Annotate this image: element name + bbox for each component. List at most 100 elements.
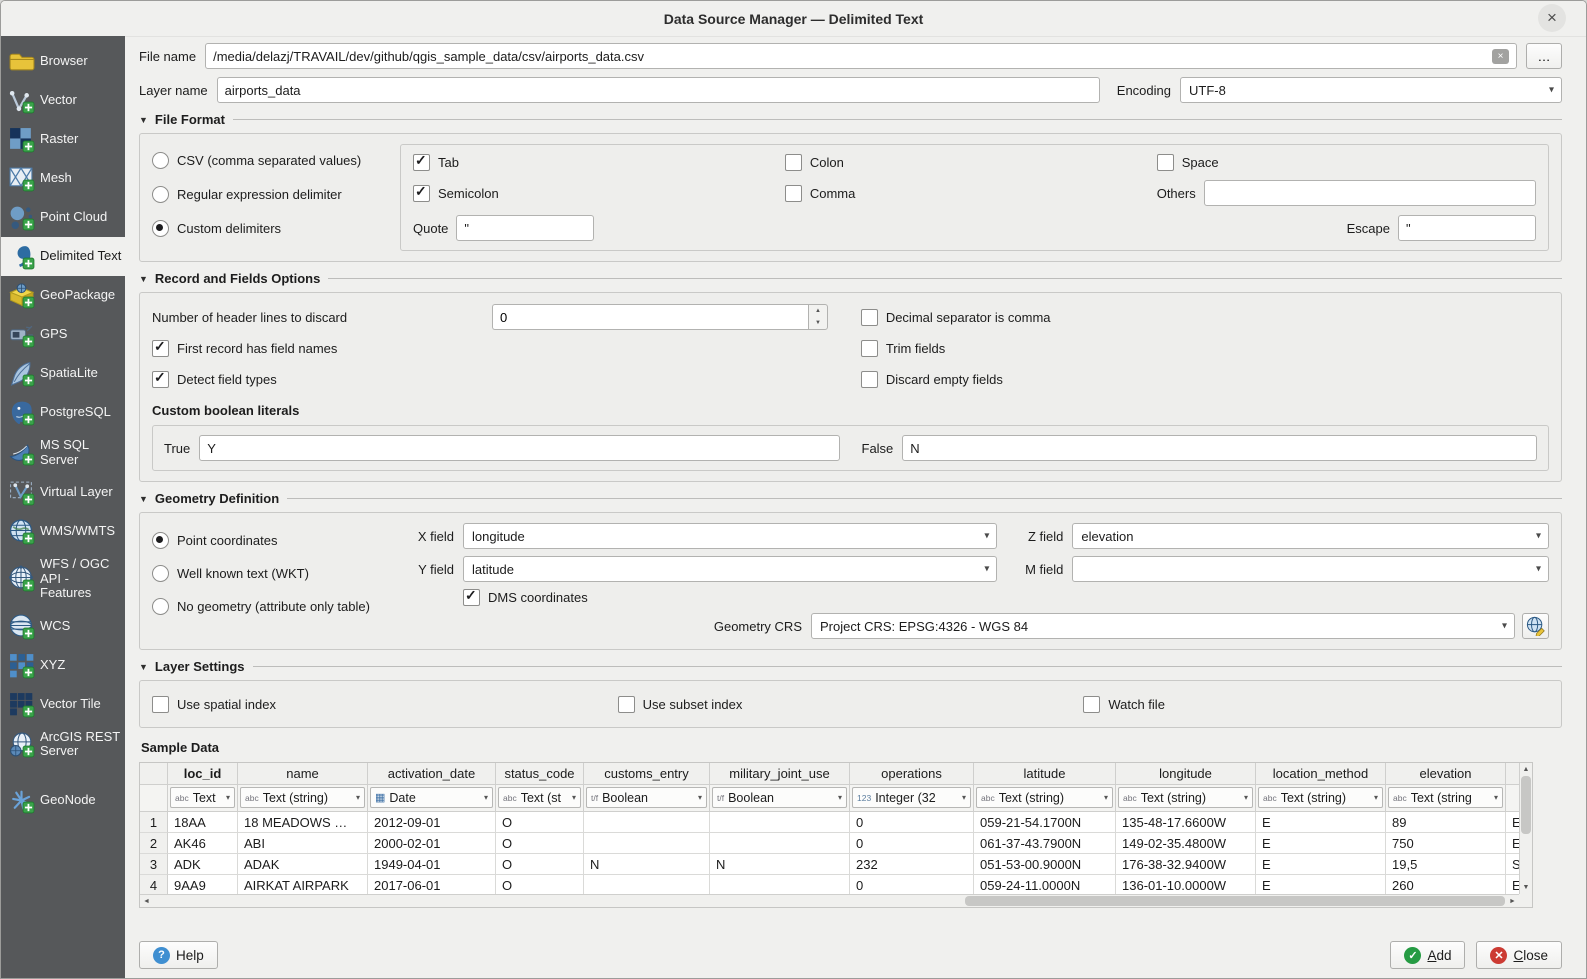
encoding-combobox[interactable]: UTF-8 ▾ — [1180, 77, 1562, 103]
use-subset-index-checkbox[interactable]: Use subset index — [618, 696, 1084, 713]
column-type-combobox-activation_date[interactable]: ▦Date▾ — [370, 787, 493, 808]
scroll-left-icon[interactable]: ◄ — [140, 895, 153, 907]
collapse-arrow-icon[interactable]: ▼ — [139, 115, 148, 125]
x-field-combobox[interactable]: longitude▾ — [463, 523, 997, 549]
encoding-label: Encoding — [1117, 83, 1171, 98]
trim-fields-checkbox[interactable]: Trim fields — [861, 340, 1549, 357]
browse-file-button[interactable]: … — [1526, 43, 1562, 69]
sidebar-item-wcs[interactable]: WCS — [1, 607, 125, 646]
titlebar[interactable]: Data Source Manager — Delimited Text × — [1, 1, 1586, 37]
horizontal-scroll-thumb[interactable] — [965, 896, 1505, 906]
scroll-down-icon[interactable]: ▼ — [1520, 881, 1532, 894]
column-header-customs_entry[interactable]: customs_entry — [584, 763, 710, 785]
spin-down-icon[interactable]: ▼ — [809, 317, 827, 329]
y-field-combobox[interactable]: latitude▾ — [463, 556, 997, 582]
sidebar-item-vector[interactable]: Vector — [1, 81, 125, 120]
column-type-combobox-customs_entry[interactable]: t/fBoolean▾ — [586, 787, 707, 808]
column-header-loc_id[interactable]: loc_id — [168, 763, 238, 785]
z-field-combobox[interactable]: elevation▾ — [1072, 523, 1549, 549]
sidebar-item-browser[interactable]: Browser — [1, 42, 125, 81]
sidebar-item-postgresql[interactable]: PostgreSQL — [1, 393, 125, 432]
quote-input[interactable] — [456, 215, 594, 241]
colon-checkbox[interactable]: Colon — [785, 154, 1157, 171]
tab-checkbox[interactable]: Tab — [413, 154, 785, 171]
column-type-combobox-longitude[interactable]: abcText (string)▾ — [1118, 787, 1253, 808]
scroll-up-icon[interactable]: ▲ — [1520, 763, 1532, 776]
sidebar-item-gps[interactable]: GPS — [1, 315, 125, 354]
header-lines-spinner[interactable]: ▲▼ — [492, 304, 828, 330]
column-type-combobox-elevation[interactable]: abcText (string▾ — [1388, 787, 1503, 808]
horizontal-scrollbar[interactable]: ◄ ► — [140, 894, 1519, 907]
sidebar-item-arcgis-rest-server[interactable]: ArcGIS REST Server — [1, 724, 125, 765]
column-type-combobox-military_joint_use[interactable]: t/fBoolean▾ — [712, 787, 847, 808]
watch-file-checkbox[interactable]: Watch file — [1083, 696, 1549, 713]
spin-up-icon[interactable]: ▲ — [809, 305, 827, 317]
semicolon-checkbox[interactable]: Semicolon — [413, 185, 785, 202]
geometry-crs-combobox[interactable]: Project CRS: EPSG:4326 - WGS 84▾ — [811, 613, 1515, 639]
cell — [584, 875, 710, 894]
column-type-combobox-status_code[interactable]: abcText (st▾ — [498, 787, 581, 808]
sidebar-item-raster[interactable]: Raster — [1, 120, 125, 159]
sidebar-item-ms-sql-server[interactable]: MS SQL Server — [1, 432, 125, 473]
sidebar-item-wms-wmts[interactable]: WMS/WMTS — [1, 512, 125, 551]
layer-name-input[interactable] — [217, 77, 1100, 103]
sidebar-item-vector-tile[interactable]: Vector Tile — [1, 685, 125, 724]
column-type-combobox-operations[interactable]: 123Integer (32▾ — [852, 787, 971, 808]
close-button[interactable]: ✕ Close — [1476, 941, 1562, 969]
column-header-latitude[interactable]: latitude — [974, 763, 1116, 785]
radio-custom-delimiters[interactable]: Custom delimiters — [152, 220, 400, 237]
collapse-arrow-icon[interactable]: ▼ — [139, 494, 148, 504]
scroll-right-icon[interactable]: ► — [1506, 895, 1519, 907]
first-record-field-names-checkbox[interactable]: First record has field names — [152, 340, 861, 357]
false-literal-input[interactable] — [902, 435, 1537, 461]
detect-field-types-checkbox[interactable]: Detect field types — [152, 371, 861, 388]
select-crs-button[interactable] — [1522, 613, 1549, 639]
column-header-name[interactable]: name — [238, 763, 368, 785]
radio-csv[interactable]: CSV (comma separated values) — [152, 152, 400, 169]
sidebar-item-point-cloud[interactable]: Point Cloud — [1, 198, 125, 237]
dms-coordinates-checkbox[interactable]: DMS coordinates — [463, 589, 588, 606]
clear-text-icon[interactable]: × — [1492, 49, 1509, 64]
decimal-separator-comma-checkbox[interactable]: Decimal separator is comma — [861, 309, 1549, 326]
column-type-combobox-location_method[interactable]: abcText (string)▾ — [1258, 787, 1383, 808]
file-name-input[interactable]: /media/delazj/TRAVAIL/dev/github/qgis_sa… — [205, 43, 1517, 69]
sidebar-item-mesh[interactable]: Mesh — [1, 159, 125, 198]
sidebar-item-geonode[interactable]: GeoNode — [1, 781, 125, 820]
vertical-scroll-thumb[interactable] — [1521, 776, 1531, 834]
column-header-activation_date[interactable]: activation_date — [368, 763, 496, 785]
column-type-combobox-latitude[interactable]: abcText (string)▾ — [976, 787, 1113, 808]
mesh-icon — [8, 165, 35, 192]
space-checkbox[interactable]: Space — [1157, 154, 1536, 171]
discard-empty-fields-checkbox[interactable]: Discard empty fields — [861, 371, 1549, 388]
column-header-longitude[interactable]: longitude — [1116, 763, 1256, 785]
help-button[interactable]: ? Help — [139, 941, 218, 969]
radio-regexp-delimiter[interactable]: Regular expression delimiter — [152, 186, 400, 203]
column-header-operations[interactable]: operations — [850, 763, 974, 785]
escape-input[interactable] — [1398, 215, 1536, 241]
others-input[interactable] — [1204, 180, 1536, 206]
sidebar-item-geopackage[interactable]: GeoPackage — [1, 276, 125, 315]
collapse-arrow-icon[interactable]: ▼ — [139, 662, 148, 672]
column-header-status_code[interactable]: status_code — [496, 763, 584, 785]
column-header-location_method[interactable]: location_method — [1256, 763, 1386, 785]
sidebar-item-wfs-ogc-api-features[interactable]: WFS / OGC API - Features — [1, 551, 125, 607]
vertical-scrollbar[interactable]: ▲ ▼ — [1519, 763, 1532, 894]
radio-no-geometry[interactable]: No geometry (attribute only table) — [152, 598, 402, 615]
m-field-combobox[interactable]: ▾ — [1072, 556, 1549, 582]
add-button[interactable]: ✓ Add — [1390, 941, 1465, 969]
sidebar-item-virtual-layer[interactable]: Virtual Layer — [1, 473, 125, 512]
column-type-combobox-loc_id[interactable]: abcText▾ — [170, 787, 235, 808]
sidebar-item-xyz[interactable]: XYZ — [1, 646, 125, 685]
radio-point-coordinates[interactable]: Point coordinates — [152, 532, 402, 549]
sidebar-item-delimited-text[interactable]: Delimited Text — [1, 237, 125, 276]
column-type-combobox-name[interactable]: abcText (string)▾ — [240, 787, 365, 808]
true-literal-input[interactable] — [199, 435, 839, 461]
column-header-military_joint_use[interactable]: military_joint_use — [710, 763, 850, 785]
window-close-icon[interactable]: × — [1538, 4, 1566, 32]
radio-wkt[interactable]: Well known text (WKT) — [152, 565, 402, 582]
column-header-elevation[interactable]: elevation — [1386, 763, 1506, 785]
use-spatial-index-checkbox[interactable]: Use spatial index — [152, 696, 618, 713]
comma-checkbox[interactable]: Comma — [785, 185, 1157, 202]
sidebar-item-spatialite[interactable]: SpatiaLite — [1, 354, 125, 393]
collapse-arrow-icon[interactable]: ▼ — [139, 274, 148, 284]
